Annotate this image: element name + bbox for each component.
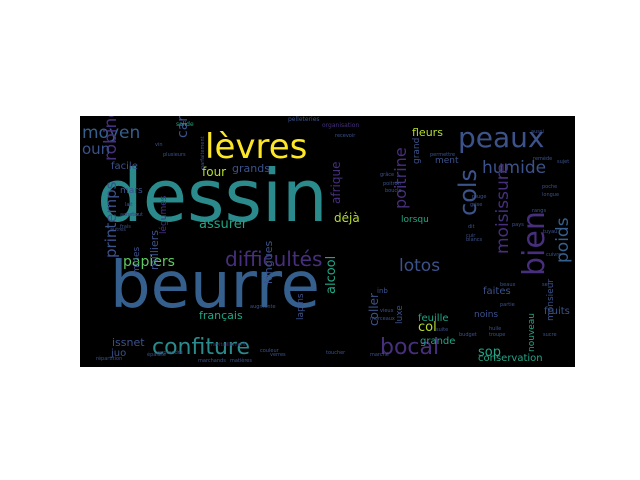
cloud-word: frais — [120, 224, 131, 230]
cloud-word: budget — [459, 332, 477, 338]
cloud-word: tuyau — [543, 229, 557, 235]
cloud-word: marché — [370, 351, 389, 358]
cloud-word: déjà — [334, 211, 360, 225]
cloud-word: parfaitement — [200, 136, 206, 169]
cloud-word: cols — [454, 169, 482, 216]
cloud-word: grande — [420, 336, 455, 347]
cloud-word: grands — [232, 162, 270, 175]
cloud-word: répartition — [96, 355, 122, 362]
cloud-word: boucle — [385, 188, 402, 194]
cloud-word: inb — [377, 287, 388, 295]
cloud-word: rangs — [532, 208, 546, 214]
cloud-word: milliers — [148, 230, 161, 270]
cloud-word: poitrine — [391, 147, 410, 209]
cloud-word: noins — [474, 310, 498, 320]
cloud-word: oun — [82, 140, 110, 158]
cloud-word: matières — [230, 357, 252, 364]
cloud-word: acheter — [120, 212, 140, 218]
cloud-word: afrique — [329, 162, 343, 204]
cloud-word: fleurs — [412, 126, 443, 139]
cloud-word: lait — [125, 202, 133, 208]
cloud-word: pays — [512, 222, 524, 228]
cloud-word: lotos — [399, 256, 440, 276]
cloud-word: feuille — [418, 313, 449, 324]
cloud-word: mars — [120, 186, 143, 196]
cloud-word: sel — [542, 282, 549, 288]
cloud-word: mines — [132, 246, 142, 274]
cloud-word: lèvres — [205, 127, 307, 167]
cloud-word: sujet — [557, 159, 569, 165]
cloud-word: longue — [542, 192, 559, 198]
cloud-word: grise — [470, 202, 482, 208]
cloud-word: recevoir — [335, 133, 356, 139]
cloud-word: luxe — [395, 305, 405, 324]
cloud-word: rouge — [472, 194, 486, 200]
word-cloud: dessin beurre lèvres peaux confiture difficul… — [80, 116, 575, 367]
cloud-word: partie — [500, 302, 515, 308]
cloud-word: aussi — [531, 129, 544, 135]
cloud-word: vin — [155, 142, 163, 148]
cloud-word: longues — [262, 241, 275, 284]
cloud-word: alcool — [324, 256, 339, 294]
cloud-word: lorsqu — [401, 215, 429, 225]
cloud-word: plusieurs — [163, 152, 186, 158]
cloud-word: morceaux — [370, 316, 395, 322]
cloud-word: facile — [111, 161, 138, 172]
cloud-word: poitron — [383, 181, 401, 187]
cloud-word: ravitaillement — [211, 342, 246, 348]
cloud-word: pelleteries — [288, 116, 320, 123]
cloud-word: permettre — [430, 152, 455, 158]
cloud-word: dit — [468, 224, 475, 230]
cloud-word: printemps — [102, 181, 120, 258]
cloud-word: conservation — [478, 353, 543, 364]
cloud-word: huile — [489, 326, 501, 332]
cloud-word: augmente — [250, 304, 276, 310]
cloud-word: beaux — [500, 282, 515, 288]
cloud-word: cuivre — [546, 252, 561, 258]
cloud-word: épaisse — [147, 351, 166, 358]
cloud-word: blancs — [466, 237, 483, 243]
cloud-word: poche — [542, 184, 557, 190]
cloud-word: toucher — [326, 350, 346, 356]
cloud-word: nouveau — [527, 313, 537, 352]
cloud-word: suite — [436, 327, 448, 333]
cloud-word: bien — [517, 211, 552, 276]
cloud-word: sucre — [543, 332, 557, 338]
cloud-word: marchands — [198, 358, 226, 364]
cloud-word: grand — [412, 138, 422, 164]
cloud-word: français — [199, 309, 243, 322]
cloud-word: couleur — [260, 348, 280, 354]
cloud-word: moisissure — [493, 163, 513, 254]
cloud-word: vieux — [380, 308, 394, 314]
cloud-word: organisation — [322, 122, 359, 129]
cloud-word: grâce — [380, 171, 394, 178]
cloud-word: troupe — [489, 332, 505, 338]
cloud-word: lapins — [296, 293, 306, 320]
cloud-word: peaux — [458, 121, 544, 154]
cloud-word: solide — [176, 121, 194, 128]
word-cloud-canvas: dessinbeurrelèvres peauxconfituredifficul… — [82, 116, 573, 364]
cloud-word: assurer — [199, 217, 248, 232]
cloud-word: remède — [533, 155, 552, 162]
cloud-word: légumes — [158, 195, 169, 234]
